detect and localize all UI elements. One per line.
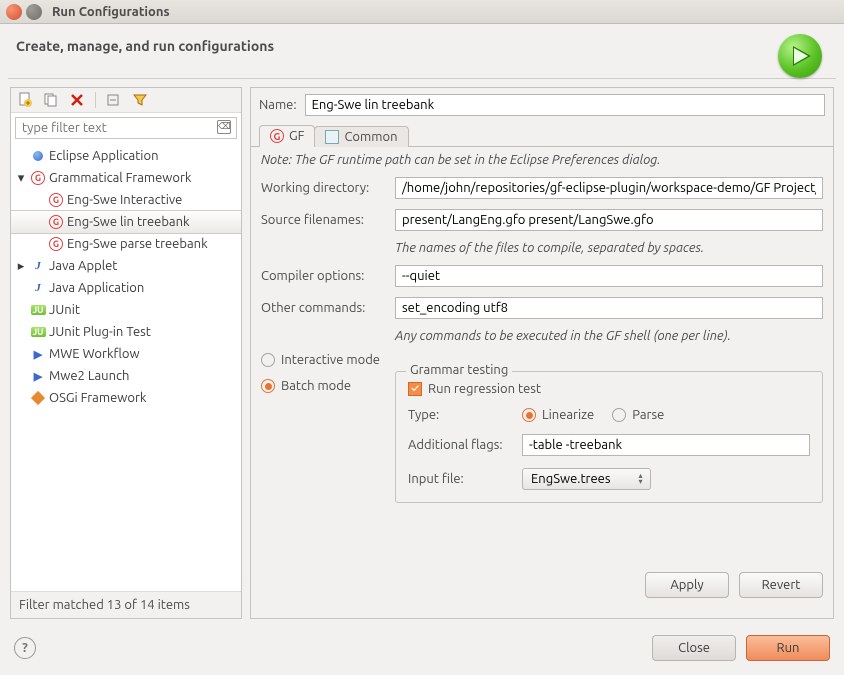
input-file-select[interactable]: EngSwe.trees [522, 468, 651, 490]
tree-item[interactable]: OSGi Framework [11, 387, 241, 409]
tree-item[interactable]: JUJUnit [11, 299, 241, 321]
type-parse-radio[interactable]: Parse [612, 408, 664, 422]
tree-item[interactable]: GEng-Swe Interactive [11, 189, 241, 211]
working-dir-label: Working directory: [261, 181, 389, 195]
tree-item[interactable]: GEng-Swe parse treebank [11, 233, 241, 255]
clear-filter-icon[interactable]: ⌫ [217, 120, 231, 134]
tree-item-label: MWE Workflow [49, 347, 140, 361]
batch-mode-radio[interactable]: Batch mode [261, 377, 389, 393]
minimize-window-icon[interactable] [26, 4, 42, 20]
config-editor: Name: GGF Common Note: The GF runtime pa… [250, 87, 834, 619]
runtime-note: Note: The GF runtime path can be set in … [261, 153, 823, 167]
tree-item-label: Mwe2 Launch [49, 369, 129, 383]
tree-item-label: Eclipse Application [49, 149, 159, 163]
tree-item-label: Eng-Swe parse treebank [67, 237, 208, 251]
name-input[interactable] [305, 94, 825, 116]
close-window-icon[interactable] [6, 4, 22, 20]
tree-item[interactable]: ▶Mwe2 Launch [11, 365, 241, 387]
source-filenames-hint: The names of the files to compile, separ… [395, 241, 823, 255]
additional-flags-label: Additional flags: [408, 438, 516, 452]
grammar-testing-legend: Grammar testing [406, 363, 512, 377]
new-config-icon[interactable] [17, 92, 33, 108]
tree-item-label: Grammatical Framework [49, 171, 191, 185]
close-button[interactable]: Close [652, 635, 736, 661]
spinner-icon [638, 473, 642, 485]
window-title: Run Configurations [52, 5, 170, 19]
expander-down-icon[interactable]: ▾ [15, 172, 27, 184]
tree-item-label: Java Applet [49, 259, 117, 273]
dialog-header: Create, manage, and run configurations [0, 24, 844, 78]
page-title: Create, manage, and run configurations [16, 38, 274, 54]
tree-item[interactable]: JUJUnit Plug-in Test [11, 321, 241, 343]
apply-button[interactable]: Apply [645, 572, 729, 598]
checkbox-checked-icon [408, 382, 422, 396]
tree-item[interactable]: GEng-Swe lin treebank [11, 211, 241, 233]
compiler-options-label: Compiler options: [261, 269, 389, 283]
tree-item[interactable]: ▶MWE Workflow [11, 343, 241, 365]
run-icon [778, 34, 822, 78]
tree-item-label: Eng-Swe lin treebank [67, 215, 190, 229]
tab-common[interactable]: Common [314, 126, 408, 147]
type-linearize-radio[interactable]: Linearize [522, 408, 594, 422]
other-commands-input[interactable] [395, 297, 823, 319]
duplicate-config-icon[interactable] [43, 92, 59, 108]
additional-flags-input[interactable] [522, 434, 810, 456]
revert-button[interactable]: Revert [739, 572, 823, 598]
source-filenames-label: Source filenames: [261, 213, 389, 227]
tree-item[interactable]: JJava Application [11, 277, 241, 299]
tab-bar: GGF Common [251, 124, 833, 147]
grammar-testing-group: Grammar testing Run regression test Type… [395, 371, 823, 503]
type-label: Type: [408, 408, 516, 422]
titlebar: Run Configurations [0, 0, 844, 24]
tree-item-label: Eng-Swe Interactive [67, 193, 182, 207]
source-filenames-input[interactable] [395, 209, 823, 231]
radio-checked-icon [261, 379, 275, 393]
tree-item[interactable]: ▾GGrammatical Framework [11, 167, 241, 189]
collapse-all-icon[interactable] [106, 92, 122, 108]
run-button[interactable]: Run [746, 635, 830, 661]
sidebar: ⌫ Eclipse Application ▾GGrammatical Frame… [10, 87, 242, 619]
tab-gf[interactable]: GGF [259, 125, 315, 147]
working-dir-input[interactable] [395, 177, 823, 199]
input-file-label: Input file: [408, 472, 516, 486]
sidebar-toolbar [11, 88, 241, 113]
filter-icon[interactable] [132, 92, 148, 108]
expander-right-icon[interactable]: ▸ [15, 260, 27, 272]
help-icon[interactable]: ? [14, 637, 36, 659]
radio-icon [261, 353, 275, 367]
tree-item[interactable]: Eclipse Application [11, 145, 241, 167]
run-regression-checkbox[interactable]: Run regression test [408, 382, 810, 396]
tree-item-label: JUnit Plug-in Test [49, 325, 151, 339]
common-tab-icon [325, 130, 339, 144]
tree-item-label: JUnit [49, 303, 80, 317]
other-commands-hint: Any commands to be executed in the GF sh… [395, 329, 823, 343]
tree-item-label: Java Application [49, 281, 144, 295]
delete-config-icon[interactable] [69, 92, 85, 108]
filter-input[interactable] [15, 117, 237, 139]
compiler-options-input[interactable] [395, 265, 823, 287]
tree-item[interactable]: ▸JJava Applet [11, 255, 241, 277]
filter-status: Filter matched 13 of 14 items [11, 591, 241, 618]
other-commands-label: Other commands: [261, 301, 389, 315]
name-label: Name: [259, 98, 297, 112]
config-tree: Eclipse Application ▾GGrammatical Framewo… [11, 143, 241, 591]
tree-item-label: OSGi Framework [49, 391, 146, 405]
interactive-mode-radio[interactable]: Interactive mode [261, 353, 823, 367]
